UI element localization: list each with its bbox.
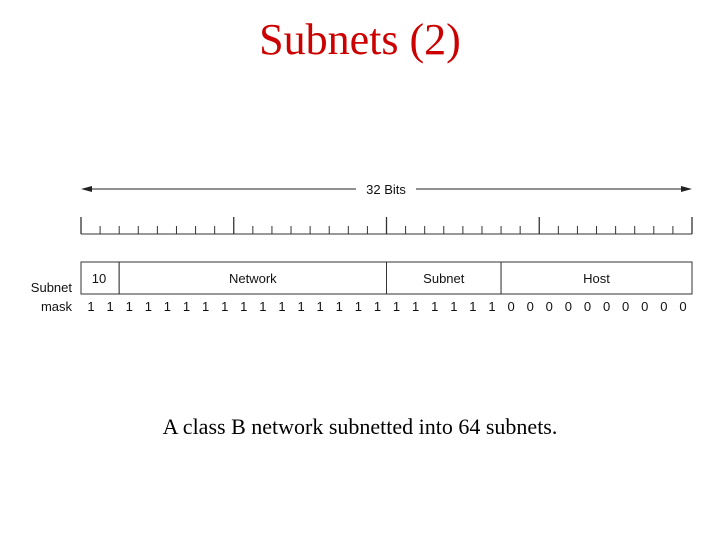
mask-bit: 1 [183,299,190,314]
bit-width-arrow: 32 Bits [81,182,692,197]
mask-bit: 1 [164,299,171,314]
mask-bit: 0 [527,299,534,314]
mask-bit: 1 [355,299,362,314]
header-fields: 10 Network Subnet Host [80,261,693,295]
mask-bit: 0 [660,299,667,314]
mask-bits: 11111111111111111111110000000000 [87,299,686,314]
mask-bit: 1 [297,299,304,314]
arrow-head-right [681,186,692,192]
slide-caption: A class B network subnetted into 64 subn… [162,414,558,439]
mask-bit: 1 [278,299,285,314]
mask-bit: 1 [126,299,133,314]
field-label-10: 10 [92,271,106,286]
mask-bit: 1 [145,299,152,314]
mask-bit: 1 [202,299,209,314]
mask-bit: 1 [240,299,247,314]
bit-width-label: 32 Bits [366,182,406,197]
mask-bit: 0 [622,299,629,314]
mask-bit: 0 [603,299,610,314]
mask-bit: 1 [259,299,266,314]
mask-bit: 0 [507,299,514,314]
mask-bit: 1 [107,299,114,314]
mask-bit: 1 [412,299,419,314]
field-label-network: Network [229,271,277,286]
subnet-mask-diagram: 32 Bits 10 Network Subnet Host Subnet mask … [31,182,693,314]
field-label-host: Host [583,271,610,286]
mask-bit: 1 [87,299,94,314]
mask-bit: 1 [221,299,228,314]
mask-bit: 0 [584,299,591,314]
mask-bit: 1 [469,299,476,314]
arrow-head-left [81,186,92,192]
mask-bit: 1 [374,299,381,314]
mask-bit: 1 [317,299,324,314]
bit-ruler [80,217,693,235]
mask-bit: 0 [641,299,648,314]
mask-bit: 0 [546,299,553,314]
mask-bit: 1 [488,299,495,314]
mask-bit: 0 [565,299,572,314]
row-label-subnet: Subnet [31,280,73,295]
mask-bit: 1 [450,299,457,314]
mask-bit: 0 [679,299,686,314]
mask-bit: 1 [336,299,343,314]
mask-bit: 1 [393,299,400,314]
row-label-mask: mask [41,299,73,314]
mask-bit: 1 [431,299,438,314]
field-label-subnet: Subnet [423,271,465,286]
